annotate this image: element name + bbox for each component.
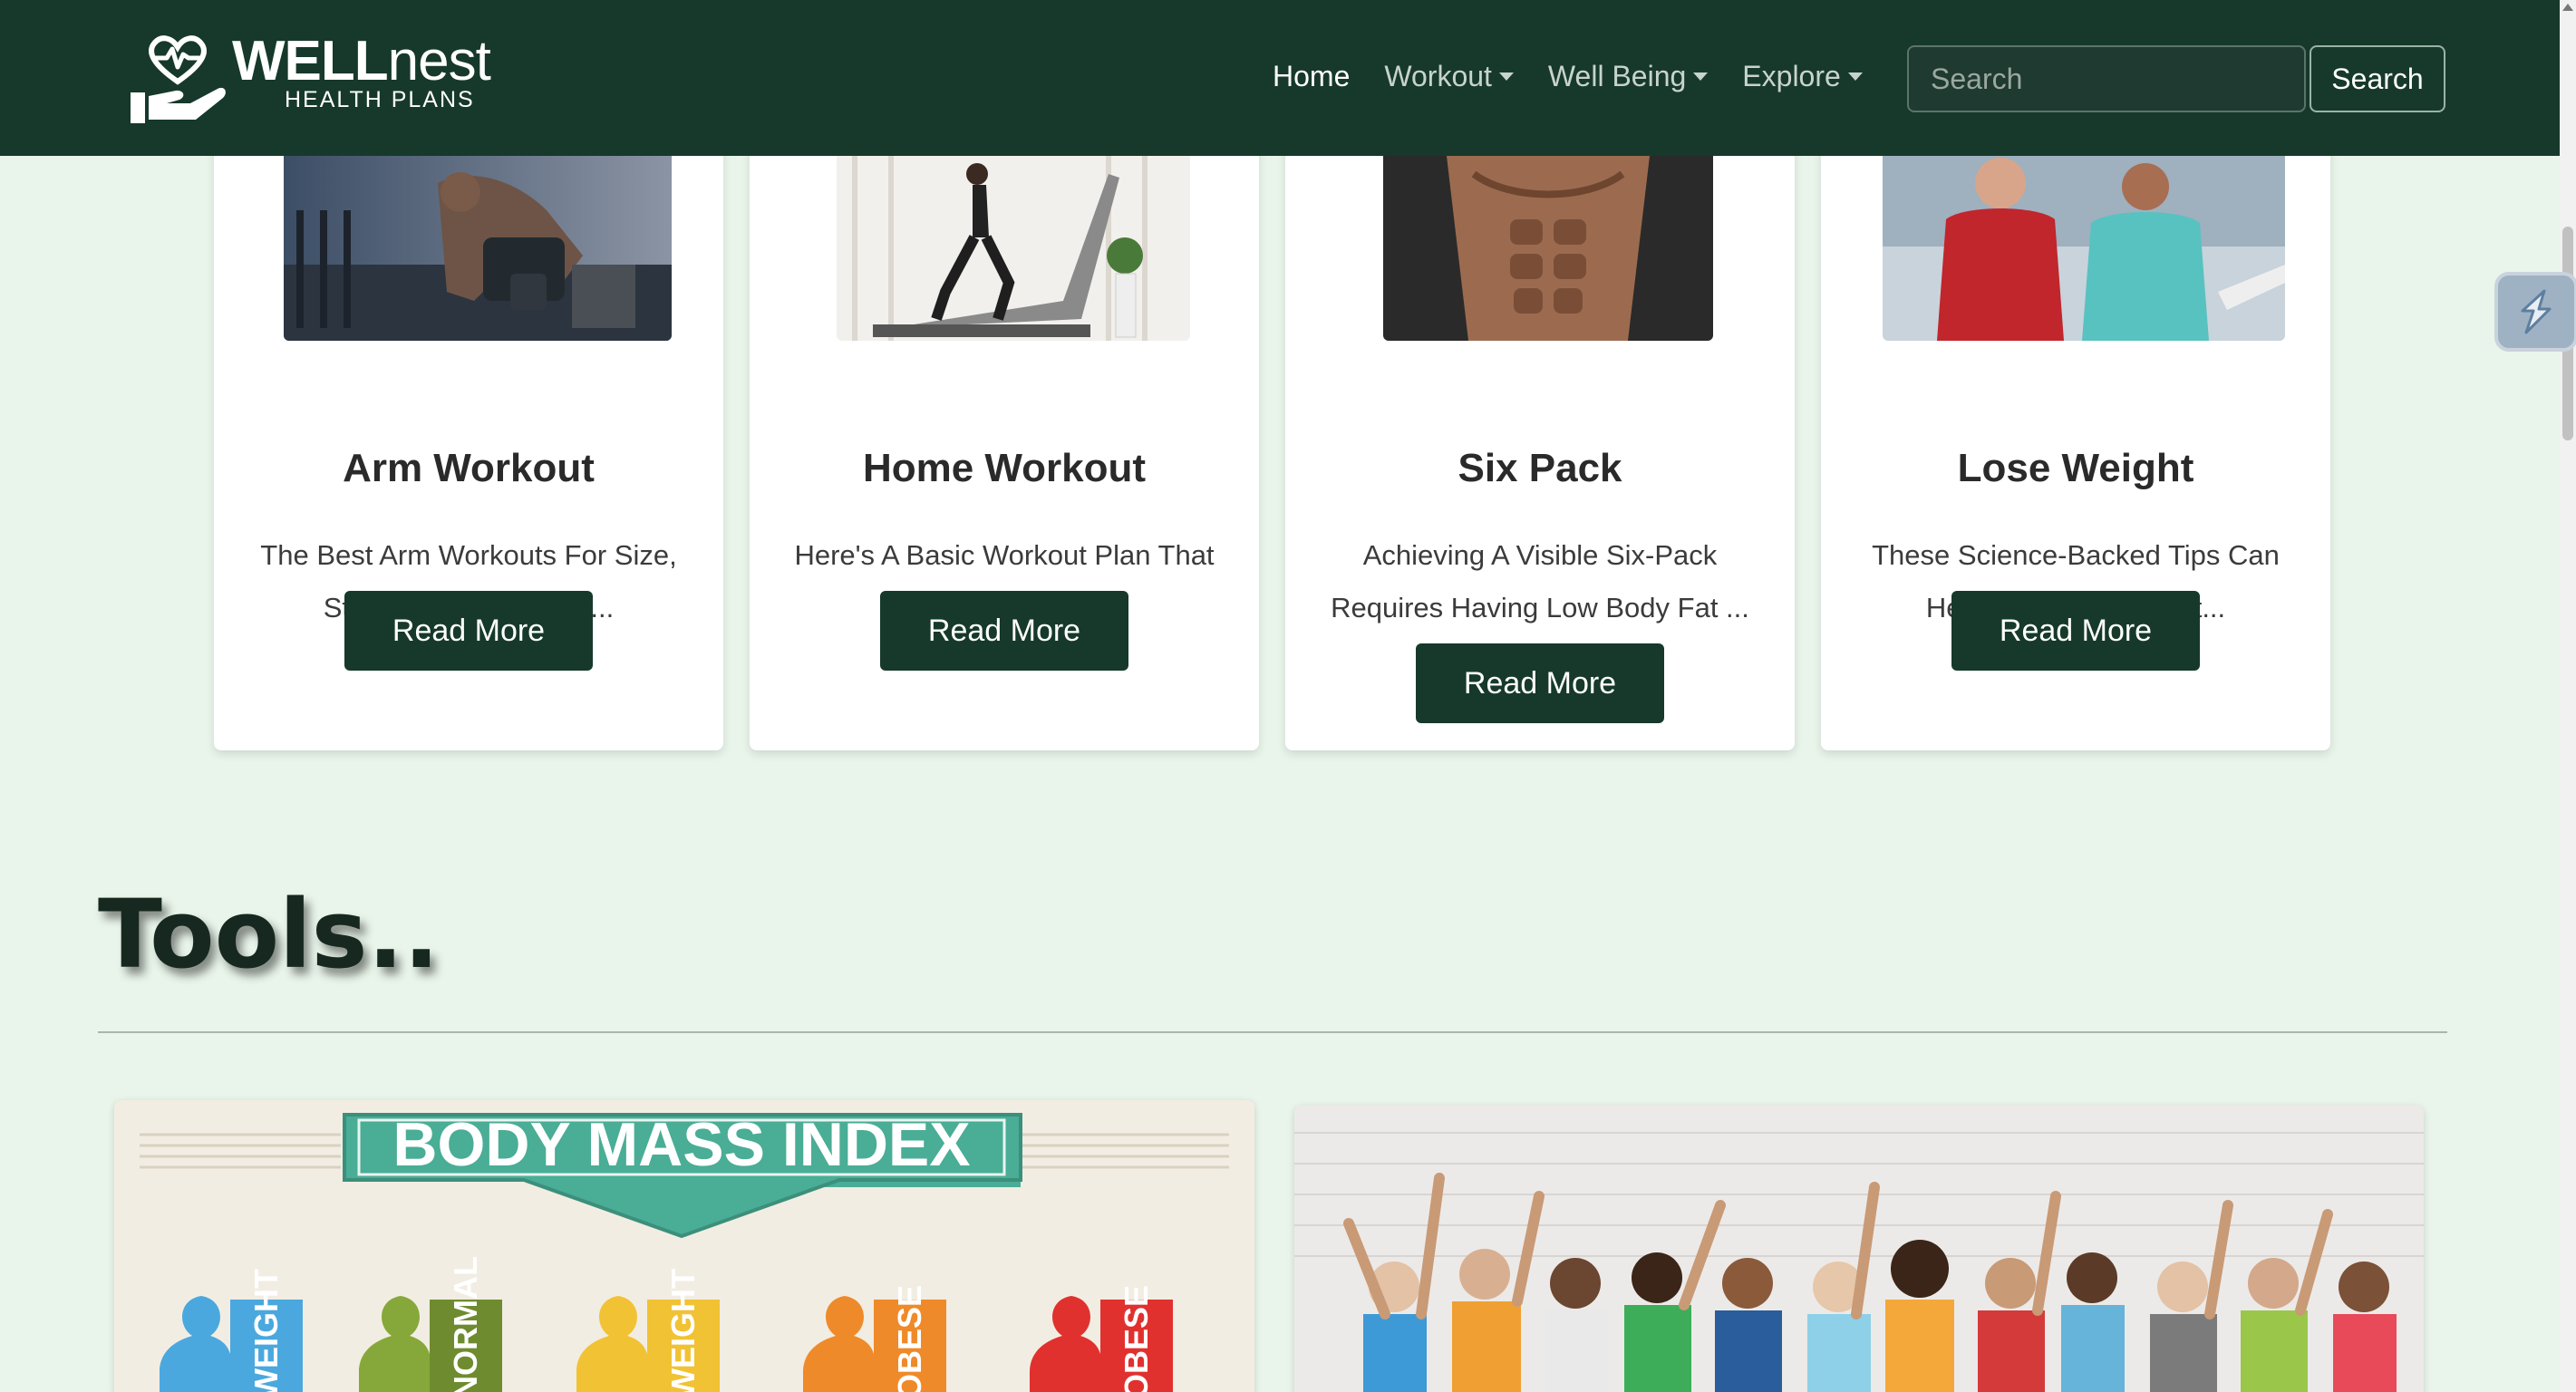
heart-hand-logo-icon xyxy=(131,35,226,123)
nav-menu: Home Workout Well Being Explore xyxy=(1273,60,1897,93)
logo-name-light: nest xyxy=(387,30,491,92)
nav-item-label: Well Being xyxy=(1547,60,1687,92)
read-more-button[interactable]: Read More xyxy=(880,591,1128,671)
section-divider xyxy=(98,1031,2447,1033)
card-title: Lose Weight xyxy=(1957,446,2194,490)
logo-name-bold: WELL xyxy=(232,30,389,92)
caret-down-icon xyxy=(1498,72,1514,81)
bmi-category-label: WEIGHT xyxy=(247,1269,285,1392)
nav-item-label: Workout xyxy=(1384,60,1492,92)
card-title: Arm Workout xyxy=(343,446,595,490)
article-card-lose-weight: Lose Weight These Science-Backed Tips Ca… xyxy=(1821,91,2330,750)
nav-item-explore[interactable]: Explore xyxy=(1742,60,1863,93)
floating-extension-button[interactable] xyxy=(2494,272,2576,352)
card-image xyxy=(1383,156,1713,341)
nav-item-label: Home xyxy=(1273,60,1351,92)
article-card-arm-workout: Arm Workout The Best Arm Workouts For Si… xyxy=(214,91,723,750)
read-more-button[interactable]: Read More xyxy=(1416,643,1664,723)
wellnest-logo[interactable]: WELLnest HEALTH PLANS xyxy=(127,25,491,127)
card-description: Achieving A Visible Six-Pack Requires Ha… xyxy=(1331,539,1749,624)
page-scrollbar[interactable] xyxy=(2560,0,2576,1392)
cheering-crowd-image xyxy=(1294,1106,2424,1392)
nav-item-workout[interactable]: Workout xyxy=(1384,60,1514,93)
nav-item-home[interactable]: Home xyxy=(1273,60,1350,93)
caret-down-icon xyxy=(1693,72,1709,81)
caret-down-icon xyxy=(1847,72,1863,81)
search-button[interactable]: Search xyxy=(2310,45,2445,112)
crowd-tool-card[interactable] xyxy=(1294,1106,2424,1392)
read-more-button[interactable]: Read More xyxy=(1951,591,2200,671)
treadmill-woman-image xyxy=(837,156,1190,341)
bmi-category-label: WEIGHT xyxy=(664,1269,702,1392)
bmi-category-label: OBESE xyxy=(891,1285,928,1392)
bmi-infographic-image: BODY MASS INDEX WEIGHT NORMAL WEIGHT OBE… xyxy=(114,1100,1254,1392)
bmi-tool-card[interactable]: BODY MASS INDEX WEIGHT NORMAL WEIGHT OBE… xyxy=(114,1100,1254,1392)
card-image xyxy=(1883,156,2285,341)
top-navbar: WELLnest HEALTH PLANS Home Workout Well … xyxy=(0,0,2560,156)
scroll-up-arrow-icon[interactable] xyxy=(2562,4,2573,11)
gym-man-dumbbell-image xyxy=(284,156,672,341)
muscular-torso-image xyxy=(1383,156,1713,341)
bmi-category-label: OBESE xyxy=(1118,1285,1155,1392)
card-title: Home Workout xyxy=(862,446,1147,490)
article-card-six-pack: Six Pack Achieving A Visible Six-Pack Re… xyxy=(1285,91,1795,750)
card-title: Six Pack xyxy=(1457,446,1622,490)
article-card-home-workout: Home Workout Here's A Basic Workout Plan… xyxy=(750,91,1259,750)
card-image xyxy=(284,156,672,341)
tools-heading: Tools.. xyxy=(98,879,440,990)
search-input[interactable] xyxy=(1907,45,2306,112)
nav-item-well-being[interactable]: Well Being xyxy=(1547,60,1709,93)
card-image xyxy=(837,156,1190,341)
read-more-button[interactable]: Read More xyxy=(344,591,593,671)
lightning-s-icon xyxy=(2521,289,2552,334)
nav-item-label: Explore xyxy=(1742,60,1841,92)
bmi-title-text: BODY MASS INDEX xyxy=(392,1110,970,1179)
bmi-category-label: NORMAL xyxy=(447,1256,484,1392)
logo-tagline: HEALTH PLANS xyxy=(285,87,475,112)
jogging-people-image xyxy=(1883,156,2285,341)
